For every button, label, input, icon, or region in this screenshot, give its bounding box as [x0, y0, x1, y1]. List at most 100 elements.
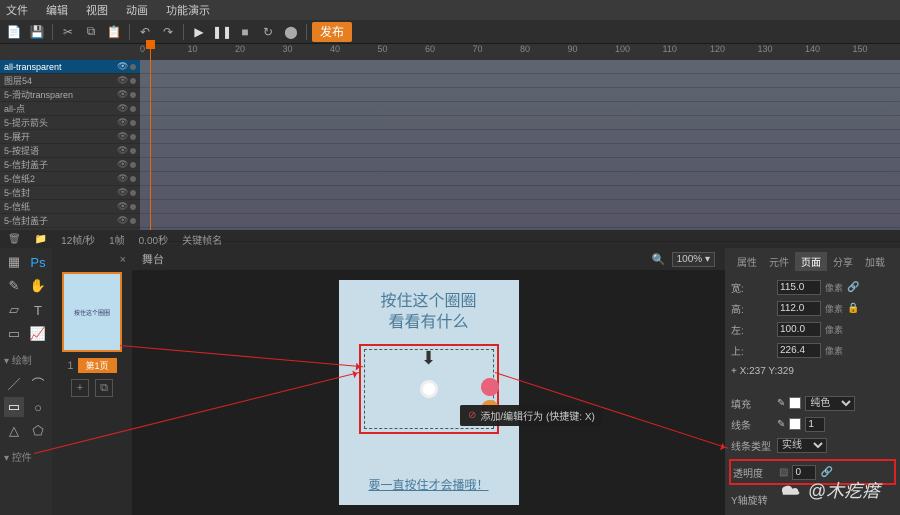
add-page-button[interactable]: +: [71, 379, 89, 397]
play-icon[interactable]: ▶: [189, 22, 209, 42]
ps-icon[interactable]: Ps: [28, 252, 48, 272]
line-icon[interactable]: ／: [4, 373, 24, 393]
paste-icon[interactable]: 📋: [104, 22, 124, 42]
layer-row[interactable]: 5-信封盖子👁: [0, 158, 140, 172]
playhead[interactable]: [150, 44, 151, 230]
panel-close-icon[interactable]: ×: [120, 254, 126, 266]
visibility-icon[interactable]: 👁: [117, 173, 127, 184]
stop-icon[interactable]: ■: [235, 22, 255, 42]
link-wh-icon[interactable]: 🔗: [847, 282, 859, 293]
layer-row[interactable]: 5-信封👁: [0, 186, 140, 200]
layer-row[interactable]: 5-bg👁: [0, 228, 140, 230]
opacity-label: 透明度: [733, 465, 775, 480]
tab-load[interactable]: 加载: [859, 252, 891, 271]
layer-row[interactable]: 5-提示箭头👁: [0, 116, 140, 130]
publish-button[interactable]: 发布: [312, 22, 352, 42]
link-icon[interactable]: 🔗: [820, 467, 832, 478]
triangle-icon[interactable]: △: [4, 421, 24, 441]
menu-file[interactable]: 文件: [6, 2, 28, 18]
width-label: 宽:: [731, 280, 773, 295]
pause-icon[interactable]: ❚❚: [212, 22, 232, 42]
tab-share[interactable]: 分享: [827, 252, 859, 271]
zoom-select[interactable]: 100% ▾: [672, 252, 715, 267]
coord-readout: + X:237 Y:329: [731, 362, 894, 380]
loop-icon[interactable]: ↻: [258, 22, 278, 42]
visibility-icon[interactable]: 👁: [117, 89, 127, 100]
tab-comp[interactable]: 元件: [763, 252, 795, 271]
layer-row[interactable]: 图层54👁: [0, 74, 140, 88]
line-chart-icon[interactable]: 📈: [28, 324, 48, 344]
stroke-swatch[interactable]: [789, 418, 801, 430]
layer-row[interactable]: all-点👁: [0, 102, 140, 116]
canvas[interactable]: 按住这个圈圈 看看有什么 ⬇ A 要一直按住才会播哦！: [339, 280, 519, 505]
width-input[interactable]: [777, 280, 821, 295]
copy-icon[interactable]: ⧉: [81, 22, 101, 42]
layer-row[interactable]: 5-按提语👁: [0, 144, 140, 158]
linetype-select[interactable]: 实线: [777, 438, 827, 453]
layer-row[interactable]: 5-信纸👁: [0, 200, 140, 214]
visibility-icon[interactable]: 👁: [117, 159, 127, 170]
polygon-icon[interactable]: ⬠: [28, 421, 48, 441]
visibility-icon[interactable]: 👁: [117, 61, 127, 72]
trash-icon[interactable]: 🗑: [8, 234, 21, 245]
visibility-icon[interactable]: 👁: [117, 103, 127, 114]
layer-row[interactable]: 5-信纸2👁: [0, 172, 140, 186]
stage-tab[interactable]: 舞台: [142, 251, 164, 267]
menu-demo[interactable]: 功能演示: [166, 2, 210, 18]
timeline-ruler[interactable]: 0102030405060708090100110120130140150: [0, 44, 900, 60]
cut-icon[interactable]: ✂: [58, 22, 78, 42]
search-icon[interactable]: 🔍: [652, 253, 666, 266]
fill-label: 填充: [731, 396, 773, 411]
new-icon[interactable]: 📄: [4, 22, 24, 42]
frame-label: 1帧: [109, 232, 125, 247]
save-icon[interactable]: 💾: [27, 22, 47, 42]
rect-icon[interactable]: ▭: [4, 397, 24, 417]
menu-edit[interactable]: 编辑: [46, 2, 68, 18]
height-input[interactable]: [777, 301, 821, 316]
timeline-tracks[interactable]: [140, 60, 900, 230]
page-thumbnail[interactable]: 按住这个圈圈: [62, 272, 122, 352]
text-icon[interactable]: T: [28, 300, 48, 320]
visibility-icon[interactable]: 👁: [117, 215, 127, 226]
hand-icon[interactable]: ✋: [28, 276, 48, 296]
undo-icon[interactable]: ↶: [135, 22, 155, 42]
visibility-icon[interactable]: 👁: [117, 145, 127, 156]
menu-view[interactable]: 视图: [86, 2, 108, 18]
visibility-icon[interactable]: 👁: [117, 131, 127, 142]
fill-swatch[interactable]: [789, 397, 801, 409]
circle-element[interactable]: [420, 380, 438, 398]
pen-icon[interactable]: ✎: [777, 398, 785, 409]
circle-icon[interactable]: ○: [28, 397, 48, 417]
menu-anim[interactable]: 动画: [126, 2, 148, 18]
paint-icon[interactable]: ▱: [4, 300, 24, 320]
tab-attr[interactable]: 属性: [731, 252, 763, 271]
left-input[interactable]: [777, 322, 821, 337]
layer-row[interactable]: 5-滑动transparen👁: [0, 88, 140, 102]
curve-icon[interactable]: ⌒: [28, 373, 48, 393]
visibility-icon[interactable]: 👁: [117, 201, 127, 212]
record-icon[interactable]: ⬤: [281, 22, 301, 42]
behavior-handle-pink[interactable]: [481, 378, 499, 396]
top-input[interactable]: [777, 343, 821, 358]
behavior-tooltip: 添加/编辑行为 (快捷键: X): [460, 405, 603, 426]
visibility-icon[interactable]: 👁: [117, 117, 127, 128]
visibility-icon[interactable]: 👁: [117, 229, 127, 230]
canvas-title-2: 看看有什么: [388, 313, 468, 334]
layer-row[interactable]: 5-信封盖子👁: [0, 214, 140, 228]
dup-page-button[interactable]: ⧉: [95, 379, 113, 397]
layer-row[interactable]: 5-展开👁: [0, 130, 140, 144]
pen-icon[interactable]: ✎: [4, 276, 24, 296]
frame-icon[interactable]: ▭: [4, 324, 24, 344]
layer-folder-icon[interactable]: 📁: [35, 234, 47, 245]
fill-type-select[interactable]: 纯色: [805, 396, 855, 411]
fps-label: 12帧/秒: [61, 232, 95, 247]
stroke-width-input[interactable]: [805, 417, 825, 432]
grid-icon[interactable]: ▦: [4, 252, 24, 272]
visibility-icon[interactable]: 👁: [117, 187, 127, 198]
visibility-icon[interactable]: 👁: [117, 75, 127, 86]
layer-row[interactable]: all-transparent👁: [0, 60, 140, 74]
tab-page[interactable]: 页面: [795, 252, 827, 271]
lock-icon[interactable]: 🔒: [847, 303, 859, 314]
redo-icon[interactable]: ↷: [158, 22, 178, 42]
pen-icon[interactable]: ✎: [777, 419, 785, 430]
